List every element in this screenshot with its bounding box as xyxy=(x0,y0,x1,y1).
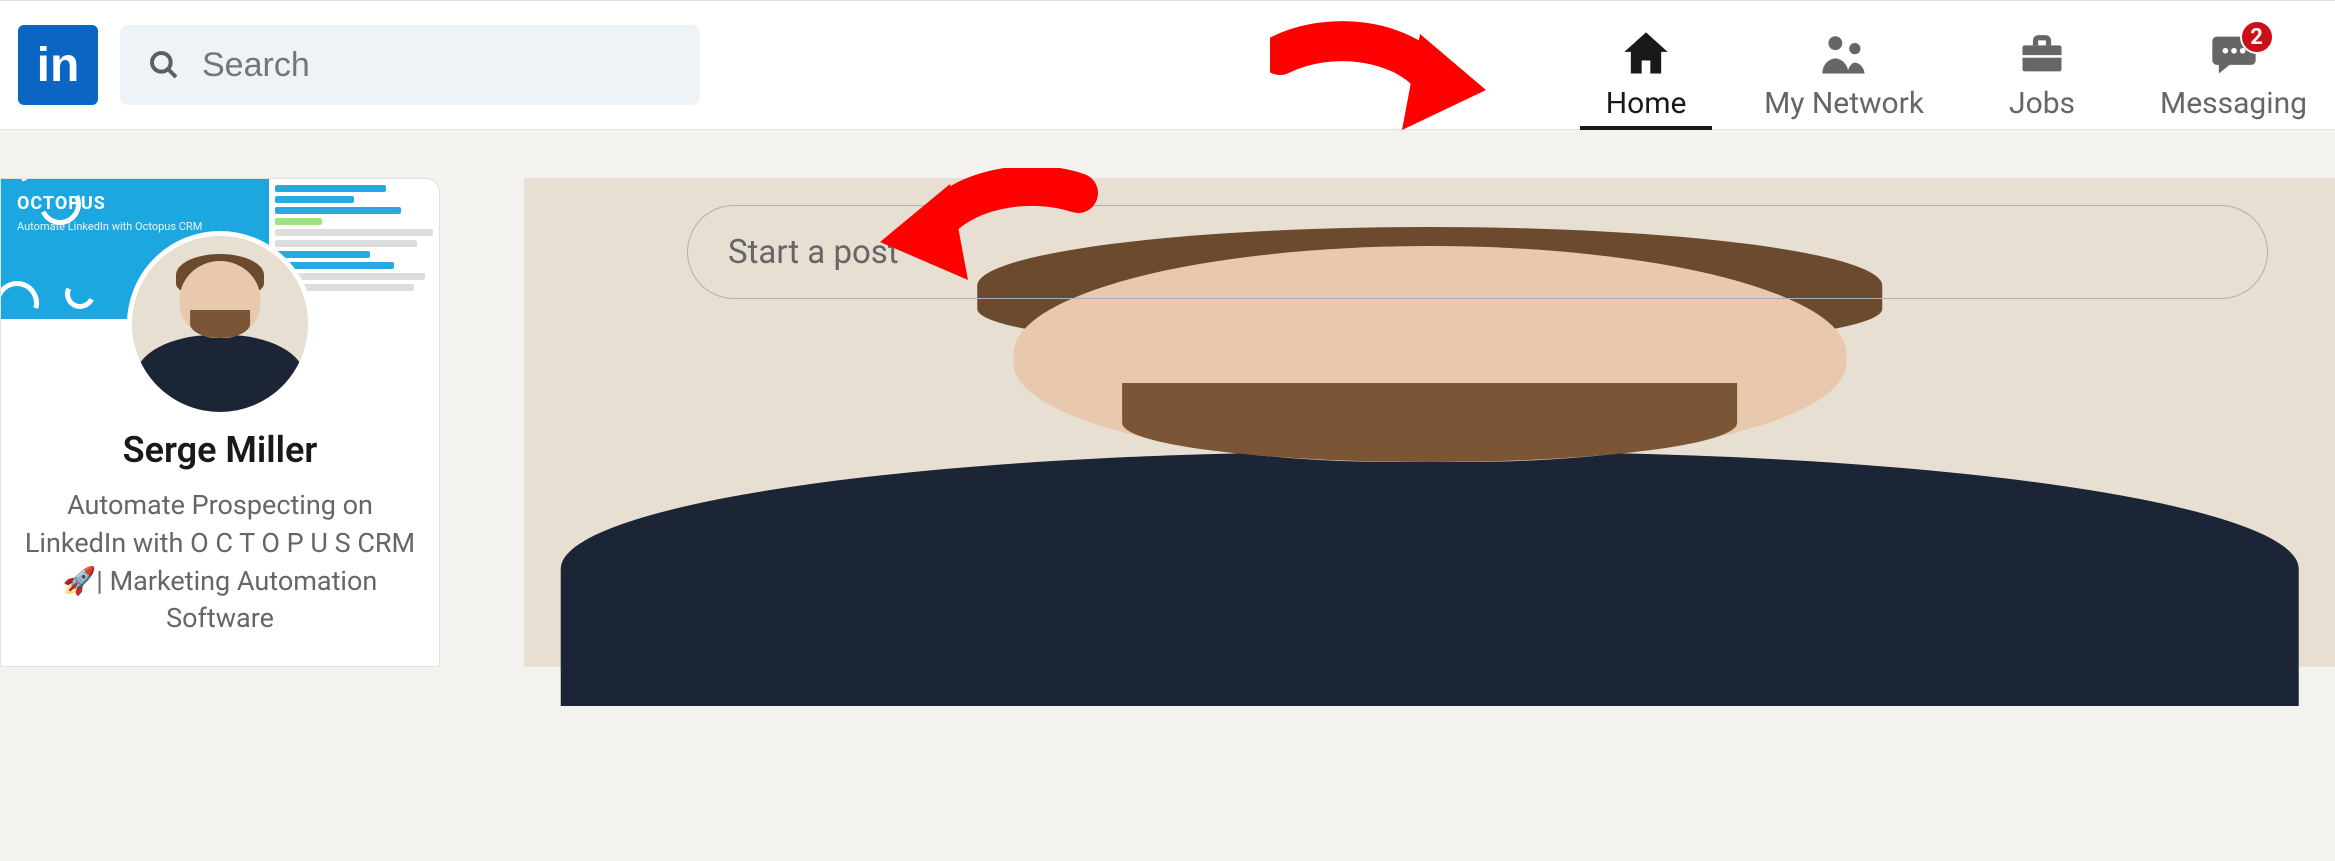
nav-messaging-label: Messaging xyxy=(2160,86,2307,121)
start-post-box: Start a post Photo xyxy=(524,178,2309,418)
search-icon xyxy=(148,49,180,81)
nav-network[interactable]: My Network xyxy=(1764,28,1924,129)
messaging-badge: 2 xyxy=(2240,20,2274,54)
feed-column: Start a post Photo xyxy=(524,178,2335,667)
profile-headline: Automate Prospecting on LinkedIn with O … xyxy=(23,487,417,638)
home-icon xyxy=(1620,28,1672,80)
top-nav: in Home My Network J xyxy=(0,0,2335,130)
linkedin-logo[interactable]: in xyxy=(18,25,98,105)
nav-home[interactable]: Home xyxy=(1586,28,1706,129)
search-input[interactable] xyxy=(202,46,672,85)
profile-avatar[interactable] xyxy=(127,231,313,417)
profile-name[interactable]: Serge Miller xyxy=(23,429,417,471)
nav-items: Home My Network Jobs xyxy=(1586,1,2317,129)
nav-jobs-label: Jobs xyxy=(2009,86,2075,121)
briefcase-icon xyxy=(2016,28,2068,80)
start-post-placeholder: Start a post xyxy=(728,233,899,272)
start-post-button[interactable]: Start a post xyxy=(687,205,2268,299)
post-avatar[interactable] xyxy=(565,206,657,298)
nav-messaging[interactable]: 2 Messaging xyxy=(2160,28,2307,129)
nav-jobs[interactable]: Jobs xyxy=(1982,28,2102,129)
nav-home-label: Home xyxy=(1606,86,1687,121)
network-icon xyxy=(1818,28,1870,80)
nav-network-label: My Network xyxy=(1764,86,1924,121)
profile-card[interactable]: OCTOPUS Automate LinkedIn with Octopus C… xyxy=(0,178,440,667)
search-box[interactable] xyxy=(120,25,700,105)
